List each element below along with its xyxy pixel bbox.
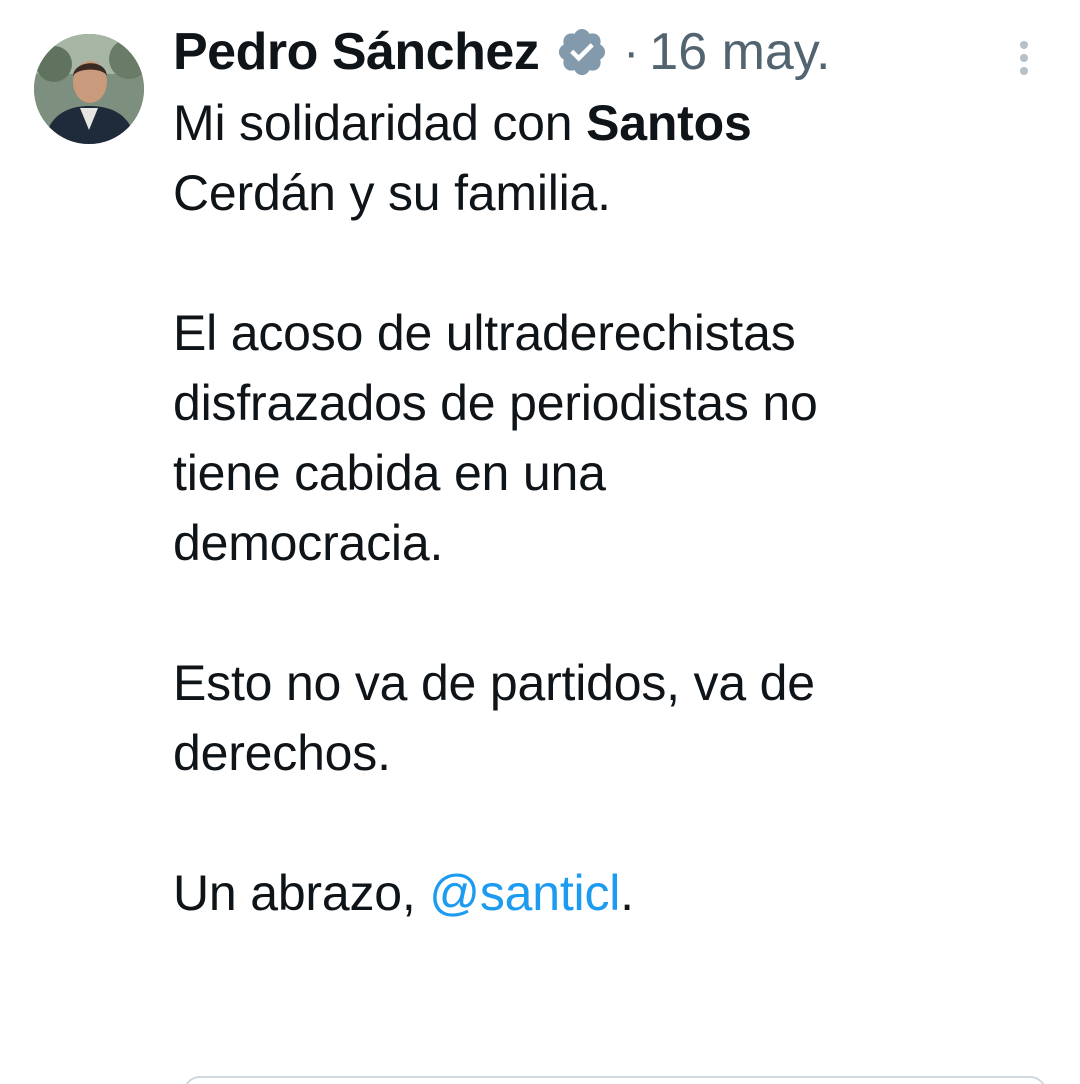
mention-link[interactable]: @santicl — [429, 865, 620, 921]
more-vertical-icon[interactable] — [1006, 28, 1042, 88]
tweet-line-1: Mi solidaridad con Santos — [173, 88, 1053, 158]
verified-badge-icon[interactable] — [555, 25, 609, 79]
avatar-photo-icon — [34, 34, 144, 144]
tweet-header: Pedro Sánchez · 16 may. — [173, 16, 830, 88]
tweet-line-8: derechos. — [173, 725, 391, 781]
embedded-card[interactable] — [183, 1076, 1047, 1084]
tweet-line-5: tiene cabida en una — [173, 445, 606, 501]
timestamp[interactable]: 16 may. — [649, 22, 830, 82]
tweet[interactable]: Pedro Sánchez · 16 may. Mi solidaridad c… — [0, 0, 1080, 1084]
tweet-text-segment: Mi solidaridad con — [173, 95, 587, 151]
tweet-line-3: El acoso de ultraderechistas — [173, 305, 796, 361]
author-name[interactable]: Pedro Sánchez — [173, 22, 540, 82]
tweet-line-7: Esto no va de partidos, va de — [173, 655, 815, 711]
tweet-line-4: disfrazados de periodistas no — [173, 375, 818, 431]
tweet-text-segment: . — [620, 865, 634, 921]
tweet-line-6: democracia. — [173, 515, 444, 571]
tweet-line-9: Un abrazo, @santicl. — [173, 858, 1053, 928]
tweet-bold-name: Santos — [586, 95, 752, 151]
tweet-text: Mi solidaridad con Santos Cerdán y su fa… — [173, 88, 1053, 928]
avatar[interactable] — [34, 34, 144, 144]
tweet-text-segment: Un abrazo, — [173, 865, 430, 921]
tweet-line-2: Cerdán y su familia. — [173, 165, 611, 221]
separator-dot: · — [623, 25, 640, 79]
